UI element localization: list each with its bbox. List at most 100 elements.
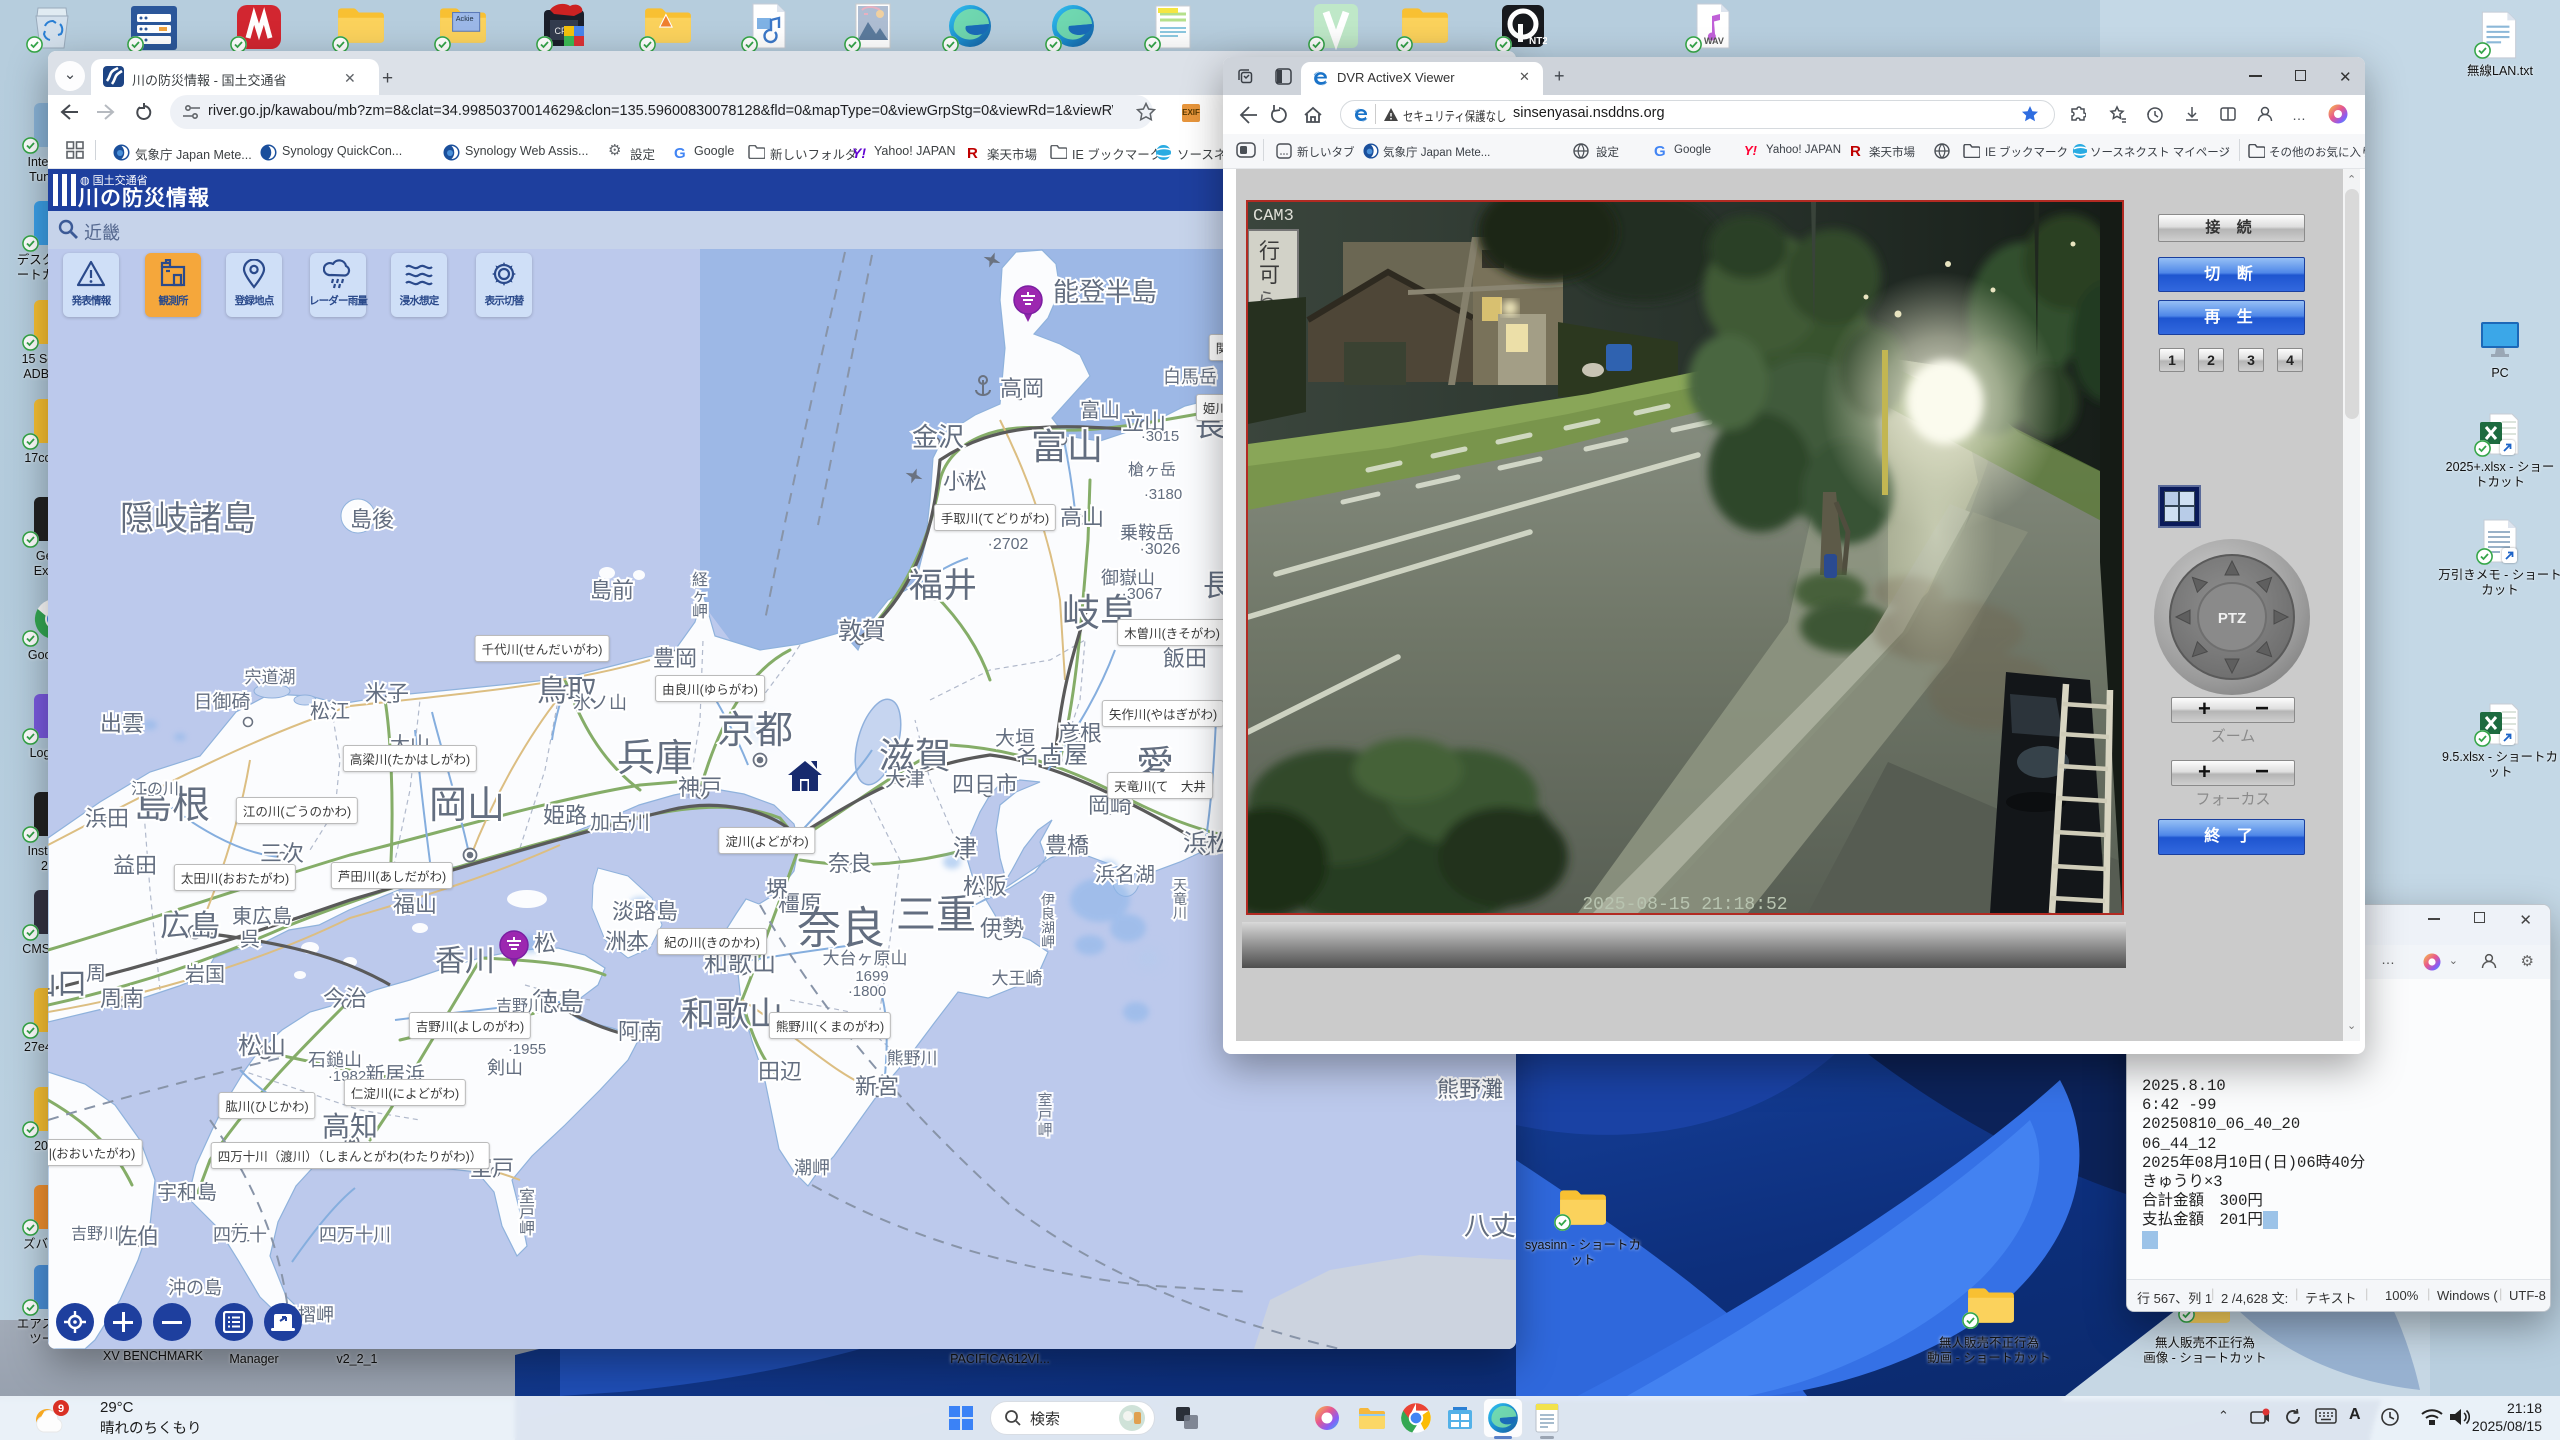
svg-text:大台ヶ原山: 大台ヶ原山 xyxy=(823,949,908,968)
svg-text:大津: 大津 xyxy=(885,768,925,791)
svg-text:CAM3: CAM3 xyxy=(1253,207,1294,226)
svg-text:洲本: 洲本 xyxy=(605,929,649,954)
svg-text:米子: 米子 xyxy=(365,681,409,706)
svg-text:四日市: 四日市 xyxy=(952,772,1018,797)
svg-text:富山: 富山 xyxy=(1080,399,1120,422)
svg-text:NT2: NT2 xyxy=(1529,36,1547,47)
svg-text:岡山: 岡山 xyxy=(429,785,505,827)
svg-text:広島: 広島 xyxy=(160,910,220,943)
svg-text:松: 松 xyxy=(534,931,556,956)
svg-text:可: 可 xyxy=(1259,264,1280,287)
svg-text:伊勢: 伊勢 xyxy=(980,916,1024,941)
svg-text:出雲: 出雲 xyxy=(100,711,144,736)
svg-text:奈良: 奈良 xyxy=(828,851,872,876)
svg-text:加古川: 加古川 xyxy=(590,811,650,834)
svg-text:高山: 高山 xyxy=(1060,505,1104,530)
svg-text:能登半島: 能登半島 xyxy=(1053,277,1157,307)
svg-text:剣山: 剣山 xyxy=(487,1058,523,1078)
svg-text:金沢: 金沢 xyxy=(912,422,964,452)
svg-text:神戸: 神戸 xyxy=(678,775,722,800)
svg-text:益田: 益田 xyxy=(113,853,157,878)
svg-text:乗鞍岳: 乗鞍岳 xyxy=(1120,523,1174,543)
svg-text:今治: 今治 xyxy=(323,986,367,1011)
svg-text:熊野川: 熊野川 xyxy=(887,1049,938,1068)
svg-text:豊橋: 豊橋 xyxy=(1045,833,1089,858)
svg-text:京都: 京都 xyxy=(717,710,793,752)
svg-text:淡路島: 淡路島 xyxy=(612,899,678,924)
svg-text:四万十川: 四万十川 xyxy=(319,1225,391,1245)
svg-text:敦賀: 敦賀 xyxy=(838,618,886,645)
svg-text:潮岬: 潮岬 xyxy=(794,1158,830,1178)
svg-text:沖の島: 沖の島 xyxy=(168,1278,222,1298)
svg-text:兵庫: 兵庫 xyxy=(617,738,693,780)
svg-text:室戸岬: 室戸岬 xyxy=(1037,1092,1052,1139)
svg-text:田辺: 田辺 xyxy=(758,1059,802,1084)
svg-text:Y!: Y! xyxy=(852,145,866,161)
svg-text:·3026: ·3026 xyxy=(1140,541,1181,558)
svg-text:氷ノ山: 氷ノ山 xyxy=(573,693,627,713)
svg-text:福山: 福山 xyxy=(393,892,437,917)
svg-text:大王崎: 大王崎 xyxy=(992,969,1043,988)
svg-text:松江: 松江 xyxy=(310,700,350,723)
svg-text:豊岡: 豊岡 xyxy=(653,646,697,671)
svg-text:津: 津 xyxy=(953,835,977,862)
svg-text:岩国: 岩国 xyxy=(185,963,225,986)
svg-text:G: G xyxy=(1654,143,1666,158)
svg-text:東広島: 東広島 xyxy=(232,905,292,928)
svg-text:石鎚山: 石鎚山 xyxy=(308,1050,362,1070)
svg-text:R: R xyxy=(967,145,978,161)
svg-text:江の川: 江の川 xyxy=(131,780,179,798)
svg-text:松阪: 松阪 xyxy=(963,874,1007,899)
svg-text:山口: 山口 xyxy=(48,968,87,1001)
svg-text:R: R xyxy=(1850,143,1861,158)
svg-text:白馬岳: 白馬岳 xyxy=(1163,367,1217,387)
svg-text:浜名湖: 浜名湖 xyxy=(1095,863,1155,886)
svg-text:槍ヶ岳: 槍ヶ岳 xyxy=(1128,461,1176,479)
svg-text:島前: 島前 xyxy=(590,578,634,603)
svg-text:和歌山: 和歌山 xyxy=(681,996,783,1034)
svg-text:福井: 福井 xyxy=(909,567,977,605)
svg-text:行: 行 xyxy=(1259,240,1280,263)
svg-text:9: 9 xyxy=(58,1403,64,1415)
svg-text:宇和島: 宇和島 xyxy=(157,1181,217,1204)
svg-text:·1800: ·1800 xyxy=(848,983,886,1000)
svg-text:·3067: ·3067 xyxy=(1122,586,1163,603)
svg-text:姫路: 姫路 xyxy=(543,803,587,828)
svg-text:三次: 三次 xyxy=(260,841,304,866)
svg-text:周: 周 xyxy=(86,963,106,985)
svg-text:大垣: 大垣 xyxy=(995,727,1035,750)
svg-text:奈良: 奈良 xyxy=(797,904,885,953)
svg-text:経ヶ岬: 経ヶ岬 xyxy=(692,571,708,621)
svg-text:高知: 高知 xyxy=(322,1111,378,1142)
svg-text:堺: 堺 xyxy=(766,877,788,902)
svg-text:富山: 富山 xyxy=(1031,426,1103,467)
svg-text:隠岐諸島: 隠岐諸島 xyxy=(120,500,256,538)
svg-text:八丈: 八丈 xyxy=(1464,1211,1516,1241)
svg-text:呉: 呉 xyxy=(240,929,260,951)
svg-text:伊良湖岬: 伊良湖岬 xyxy=(1041,892,1055,950)
svg-text:三重: 三重 xyxy=(896,893,976,937)
svg-text:熊野灘: 熊野灘 xyxy=(1437,1077,1503,1102)
svg-text:阿南: 阿南 xyxy=(618,1019,662,1044)
svg-text:·2702: ·2702 xyxy=(988,536,1029,553)
svg-text:島後: 島後 xyxy=(350,507,394,532)
svg-text:飯田: 飯田 xyxy=(1163,646,1207,671)
svg-text:高岡: 高岡 xyxy=(1000,376,1044,401)
svg-text:Y!: Y! xyxy=(1744,143,1758,158)
svg-text:Ackie: Ackie xyxy=(456,14,474,23)
svg-text:WAV: WAV xyxy=(1704,36,1724,46)
svg-text:周南: 周南 xyxy=(100,986,144,1011)
svg-text:宍道湖: 宍道湖 xyxy=(245,668,296,687)
svg-text:四万十: 四万十 xyxy=(213,1225,267,1245)
svg-text:·3180: ·3180 xyxy=(1144,486,1182,503)
svg-text:松山: 松山 xyxy=(238,1033,286,1060)
svg-text:御嶽山: 御嶽山 xyxy=(1101,568,1155,588)
svg-text:·1955: ·1955 xyxy=(508,1041,546,1058)
svg-text:G: G xyxy=(674,145,686,161)
svg-text:浜田: 浜田 xyxy=(85,806,129,831)
svg-text:2025-08-15 21:18:52: 2025-08-15 21:18:52 xyxy=(1582,895,1787,913)
svg-text:佐伯: 佐伯 xyxy=(115,1224,159,1249)
svg-text:·3015: ·3015 xyxy=(1141,428,1179,445)
svg-text:吉野川: 吉野川 xyxy=(71,1225,119,1243)
svg-text:PTZ: PTZ xyxy=(2218,610,2246,627)
